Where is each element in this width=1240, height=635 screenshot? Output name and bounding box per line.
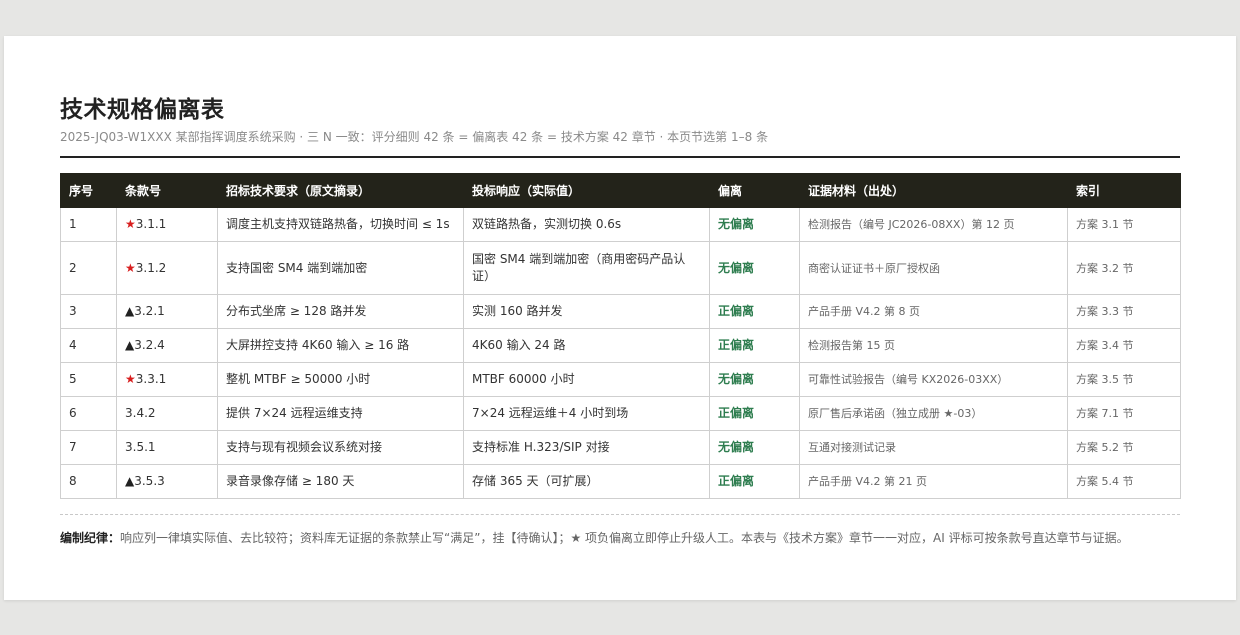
page-title: 技术规格偏离表 [60, 97, 225, 123]
cell-index: 方案 3.3 节 [1067, 294, 1181, 329]
cell-deviation: 无偏离 [709, 430, 800, 465]
page-subtitle: 2025-JQ03-W1XXX 某部指挥调度系统采购 · 三 N 一致：评分细则… [60, 130, 769, 144]
cell-clause: 3.5.1 [116, 430, 218, 465]
cell-deviation: 正偏离 [709, 294, 800, 329]
cell-no: 4 [60, 328, 117, 363]
clause-number: 3.5.3 [134, 474, 165, 488]
compilation-note: 编制纪律：响应列一律填实际值、去比较符；资料库无证据的条款禁止写“满足”，挂【待… [60, 529, 1129, 546]
cell-response: 双链路热备，实测切换 0.6s [463, 207, 710, 242]
cell-no: 7 [60, 430, 117, 465]
cell-evidence: 可靠性试验报告（编号 KX2026-03XX） [799, 362, 1068, 397]
cell-deviation: 无偏离 [709, 207, 800, 242]
table-header-row: 序号 条款号 招标技术要求（原文摘录） 投标响应（实际值） 偏离 证据材料（出处… [60, 173, 1181, 208]
cell-requirement: 录音录像存储 ≥ 180 天 [217, 464, 464, 499]
cell-response: 4K60 输入 24 路 [463, 328, 710, 363]
deviation-table: 序号 条款号 招标技术要求（原文摘录） 投标响应（实际值） 偏离 证据材料（出处… [60, 173, 1181, 499]
star-mark-icon: ★ [125, 217, 136, 231]
cell-clause: ★3.1.2 [116, 241, 218, 295]
cell-requirement: 整机 MTBF ≥ 50000 小时 [217, 362, 464, 397]
cell-requirement: 分布式坐席 ≥ 128 路并发 [217, 294, 464, 329]
star-mark-icon: ★ [125, 372, 136, 386]
table-row: 6 3.4.2 提供 7×24 远程运维支持 7×24 远程运维＋4 小时到场 … [60, 396, 1181, 431]
triangle-mark-icon: ▲ [125, 338, 135, 352]
cell-no: 6 [60, 396, 117, 431]
cell-index: 方案 5.2 节 [1067, 430, 1181, 465]
cell-clause: ▲3.2.4 [116, 328, 218, 363]
cell-response: 国密 SM4 端到端加密（商用密码产品认证） [463, 241, 710, 295]
table-row: 5 ★3.3.1 整机 MTBF ≥ 50000 小时 MTBF 60000 小… [60, 362, 1181, 397]
header-index: 索引 [1067, 173, 1181, 208]
cell-no: 8 [60, 464, 117, 499]
cell-index: 方案 3.4 节 [1067, 328, 1181, 363]
cell-deviation: 无偏离 [709, 362, 800, 397]
header-evidence: 证据材料（出处） [799, 173, 1068, 208]
note-label: 编制纪律： [60, 531, 121, 545]
cell-clause: ▲3.2.1 [116, 294, 218, 329]
clause-number: 3.3.1 [135, 372, 167, 386]
document-sheet: 技术规格偏离表 2025-JQ03-W1XXX 某部指挥调度系统采购 · 三 N… [4, 36, 1236, 600]
note-divider [60, 514, 1180, 515]
cell-index: 方案 5.4 节 [1067, 464, 1181, 499]
cell-index: 方案 7.1 节 [1067, 396, 1181, 431]
clause-number: 3.2.1 [134, 304, 165, 318]
cell-requirement: 支持国密 SM4 端到端加密 [217, 241, 464, 295]
cell-evidence: 互通对接测试记录 [799, 430, 1068, 465]
cell-clause: ▲3.5.3 [116, 464, 218, 499]
cell-deviation: 正偏离 [709, 464, 800, 499]
header-clause: 条款号 [116, 173, 218, 208]
cell-deviation: 无偏离 [709, 241, 800, 295]
cell-clause: ★3.1.1 [116, 207, 218, 242]
cell-deviation: 正偏离 [709, 396, 800, 431]
cell-clause: 3.4.2 [116, 396, 218, 431]
header-requirement: 招标技术要求（原文摘录） [217, 173, 464, 208]
cell-response: 实测 160 路并发 [463, 294, 710, 329]
cell-evidence: 原厂售后承诺函（独立成册 ★-03） [799, 396, 1068, 431]
triangle-mark-icon: ▲ [125, 474, 135, 488]
clause-number: 3.1.1 [135, 217, 167, 231]
table-row: 4 ▲3.2.4 大屏拼控支持 4K60 输入 ≥ 16 路 4K60 输入 2… [60, 328, 1181, 363]
cell-requirement: 支持与现有视频会议系统对接 [217, 430, 464, 465]
clause-number: 3.2.4 [134, 338, 165, 352]
cell-evidence: 检测报告第 15 页 [799, 328, 1068, 363]
table-row: 8 ▲3.5.3 录音录像存储 ≥ 180 天 存储 365 天（可扩展） 正偏… [60, 464, 1181, 499]
table-row: 2 ★3.1.2 支持国密 SM4 端到端加密 国密 SM4 端到端加密（商用密… [60, 241, 1181, 295]
cell-evidence: 产品手册 V4.2 第 21 页 [799, 464, 1068, 499]
cell-requirement: 大屏拼控支持 4K60 输入 ≥ 16 路 [217, 328, 464, 363]
cell-deviation: 正偏离 [709, 328, 800, 363]
cell-response: MTBF 60000 小时 [463, 362, 710, 397]
cell-requirement: 调度主机支持双链路热备，切换时间 ≤ 1s [217, 207, 464, 242]
table-row: 7 3.5.1 支持与现有视频会议系统对接 支持标准 H.323/SIP 对接 … [60, 430, 1181, 465]
table-row: 1 ★3.1.1 调度主机支持双链路热备，切换时间 ≤ 1s 双链路热备，实测切… [60, 207, 1181, 242]
cell-evidence: 检测报告（编号 JC2026-08XX）第 12 页 [799, 207, 1068, 242]
cell-no: 2 [60, 241, 117, 295]
triangle-mark-icon: ▲ [125, 304, 135, 318]
cell-no: 5 [60, 362, 117, 397]
clause-number: 3.5.1 [125, 440, 156, 454]
cell-response: 存储 365 天（可扩展） [463, 464, 710, 499]
title-divider [60, 156, 1180, 158]
cell-response: 支持标准 H.323/SIP 对接 [463, 430, 710, 465]
cell-index: 方案 3.2 节 [1067, 241, 1181, 295]
cell-index: 方案 3.1 节 [1067, 207, 1181, 242]
star-mark-icon: ★ [125, 260, 136, 275]
header-response: 投标响应（实际值） [463, 173, 710, 208]
cell-index: 方案 3.5 节 [1067, 362, 1181, 397]
cell-requirement: 提供 7×24 远程运维支持 [217, 396, 464, 431]
cell-response: 7×24 远程运维＋4 小时到场 [463, 396, 710, 431]
cell-evidence: 商密认证证书＋原厂授权函 [799, 241, 1068, 295]
clause-number: 3.4.2 [125, 406, 156, 420]
cell-evidence: 产品手册 V4.2 第 8 页 [799, 294, 1068, 329]
note-text: 响应列一律填实际值、去比较符；资料库无证据的条款禁止写“满足”，挂【待确认】；★… [120, 531, 1129, 545]
clause-number: 3.1.2 [135, 260, 167, 275]
header-deviation: 偏离 [709, 173, 800, 208]
table-row: 3 ▲3.2.1 分布式坐席 ≥ 128 路并发 实测 160 路并发 正偏离 … [60, 294, 1181, 329]
cell-no: 1 [60, 207, 117, 242]
header-no: 序号 [60, 173, 117, 208]
cell-clause: ★3.3.1 [116, 362, 218, 397]
cell-no: 3 [60, 294, 117, 329]
